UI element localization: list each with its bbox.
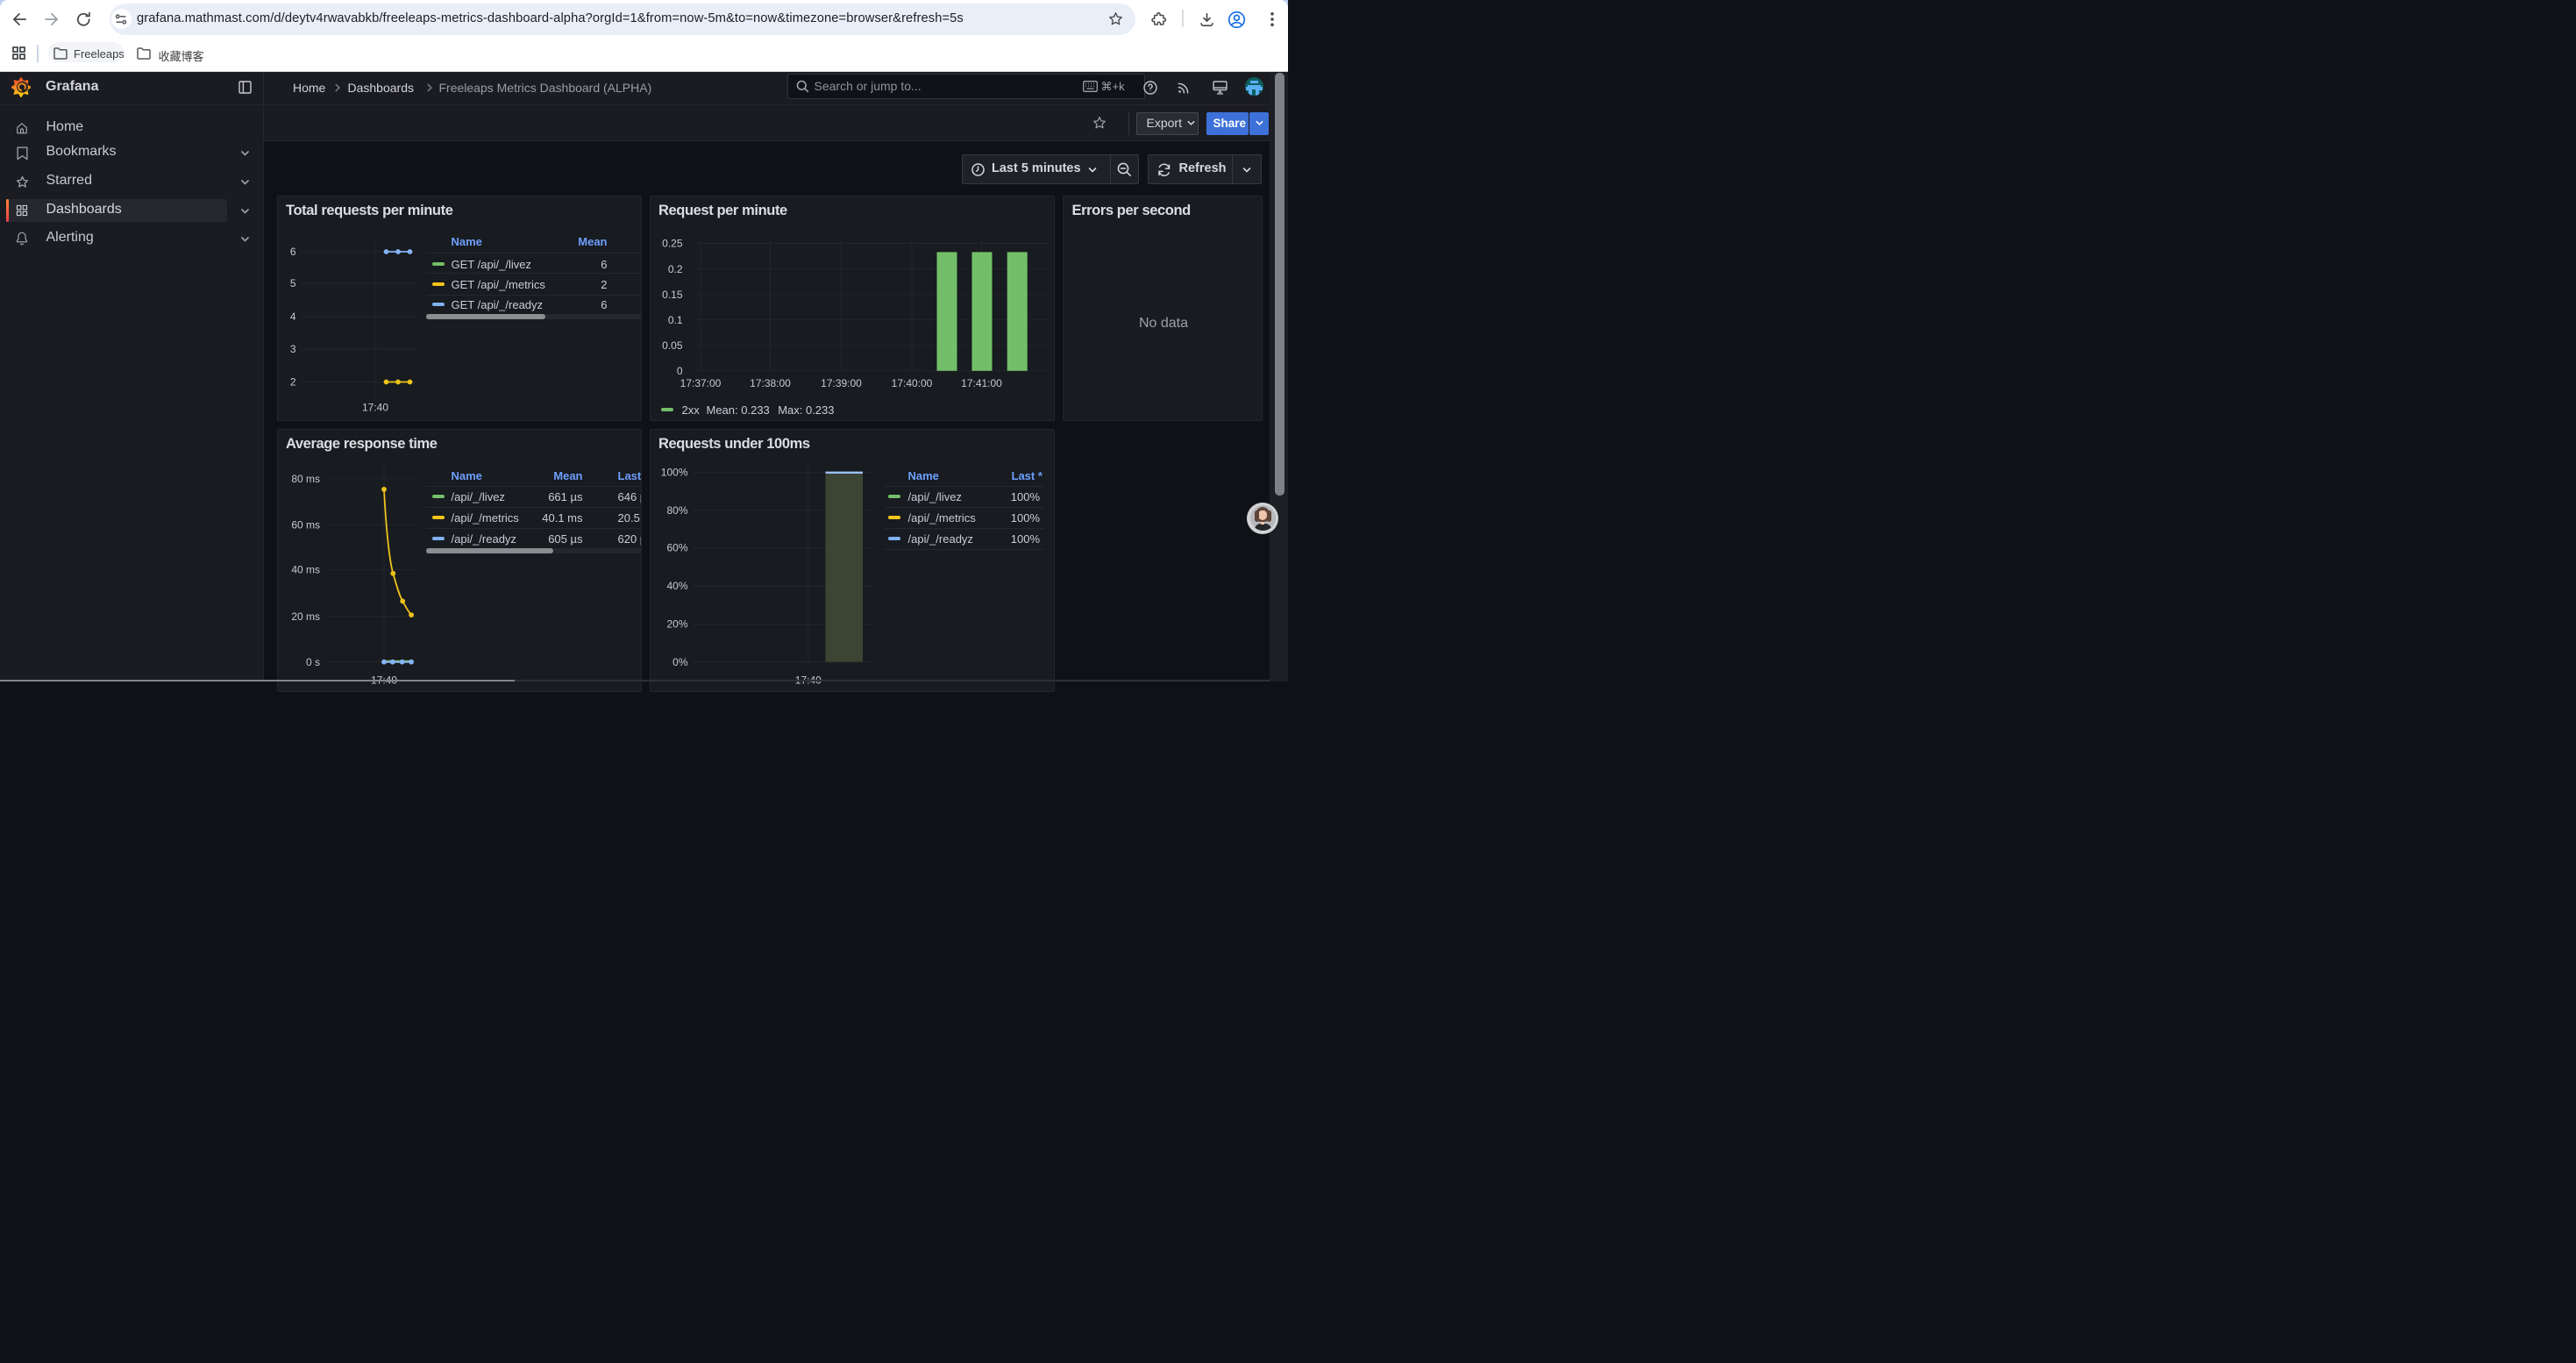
svg-text:17:40:00: 17:40:00 (891, 377, 932, 389)
svg-text:60%: 60% (666, 541, 687, 553)
svg-text:0.1: 0.1 (667, 314, 682, 326)
svg-text:6: 6 (289, 246, 295, 258)
svg-text:4: 4 (289, 310, 295, 323)
svg-text:0%: 0% (672, 655, 688, 667)
svg-text:0.2: 0.2 (667, 263, 682, 275)
svg-text:0.05: 0.05 (662, 339, 683, 352)
svg-text:20%: 20% (666, 617, 687, 630)
svg-text:17:40: 17:40 (361, 402, 388, 414)
svg-text:17:39:00: 17:39:00 (821, 377, 862, 389)
svg-text:0: 0 (676, 365, 682, 377)
svg-text:17:37:00: 17:37:00 (680, 377, 721, 389)
svg-text:2: 2 (289, 376, 295, 389)
svg-text:17:38:00: 17:38:00 (750, 377, 791, 389)
svg-text:0 s: 0 s (305, 655, 319, 667)
svg-text:60 ms: 60 ms (291, 518, 320, 531)
svg-text:0.15: 0.15 (662, 289, 683, 301)
svg-text:17:41:00: 17:41:00 (961, 377, 1002, 389)
svg-text:3: 3 (289, 343, 295, 355)
svg-text:100%: 100% (660, 466, 687, 478)
svg-text:80 ms: 80 ms (291, 473, 320, 485)
svg-text:0.25: 0.25 (662, 238, 683, 250)
svg-text:40 ms: 40 ms (291, 563, 320, 575)
svg-text:80%: 80% (666, 504, 687, 517)
svg-text:20 ms: 20 ms (291, 610, 320, 623)
svg-text:5: 5 (289, 277, 295, 289)
svg-text:40%: 40% (666, 580, 687, 592)
